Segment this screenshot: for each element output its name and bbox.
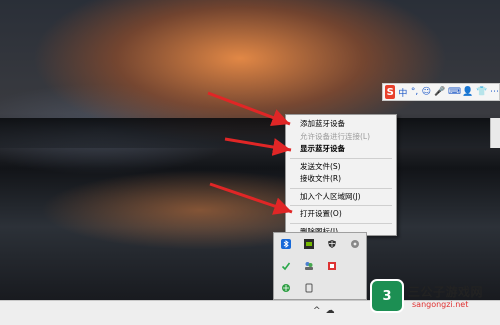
menu-item-allow-connection: 允许设备进行连接(L) (300, 131, 371, 141)
watermark-logo: 3 (370, 279, 404, 313)
sogou-logo-icon[interactable]: S (385, 85, 396, 99)
bluetooth-context-menu: 添加蓝牙设备 允许设备进行连接(L) 显示蓝牙设备 发送文件(S) 接收文件(R… (285, 114, 397, 236)
network-icon[interactable] (274, 277, 297, 299)
ime-user-icon[interactable]: 👤 (462, 87, 473, 97)
people-icon[interactable] (297, 255, 320, 277)
menu-item-show-bluetooth-devices[interactable]: 显示蓝牙设备 (286, 143, 396, 156)
menu-item-send-file[interactable]: 发送文件(S) (286, 161, 396, 174)
tray-overflow-panel (273, 232, 367, 300)
empty-slot (343, 255, 366, 277)
ime-keyboard-icon[interactable]: ⌨ (448, 87, 461, 97)
cloud-icon[interactable]: ☁ (326, 306, 335, 316)
watermark-title: 三公子游戏网 (408, 285, 484, 299)
ime-emoji-icon[interactable]: ☺ (422, 87, 431, 97)
menu-separator (290, 187, 392, 189)
menu-separator (290, 222, 392, 224)
ime-chinese-mode[interactable]: 中 (398, 86, 407, 99)
ime-more-icon[interactable]: ⋯ (490, 87, 499, 97)
wallpaper-ridge (0, 118, 500, 148)
ime-voice-icon[interactable]: 🎤 (434, 87, 445, 97)
menu-item-open-settings[interactable]: 打开设置(O) (286, 208, 396, 221)
menu-separator (290, 157, 392, 159)
shield-icon[interactable] (320, 233, 343, 255)
menu-item-join-pan[interactable]: 加入个人区域网(J) (286, 191, 396, 204)
window-scrollbar[interactable] (490, 118, 500, 148)
device-icon[interactable] (297, 277, 320, 299)
ime-skin-icon[interactable]: 👕 (476, 87, 487, 97)
ime-toolbar[interactable]: S 中 °, ☺ 🎤 ⌨ 👤 👕 ⋯ (382, 83, 500, 101)
bluetooth-icon[interactable] (274, 233, 297, 255)
nvidia-icon[interactable] (297, 233, 320, 255)
watermark-url: sangongzi.net (412, 300, 469, 309)
desktop-wallpaper (0, 0, 500, 324)
ime-punctuation[interactable]: °, (410, 87, 418, 97)
show-hidden-icons-chevron-icon[interactable]: ^ (313, 306, 321, 316)
app-icon[interactable] (320, 255, 343, 277)
check-icon[interactable] (274, 255, 297, 277)
taskbar-tray-icons: ^ ☁ (313, 306, 335, 316)
menu-item-add-bluetooth-device[interactable]: 添加蓝牙设备 (286, 118, 396, 131)
menu-item-receive-file[interactable]: 接收文件(R) (286, 173, 396, 186)
disk-icon[interactable] (343, 233, 366, 255)
menu-separator (290, 205, 392, 206)
